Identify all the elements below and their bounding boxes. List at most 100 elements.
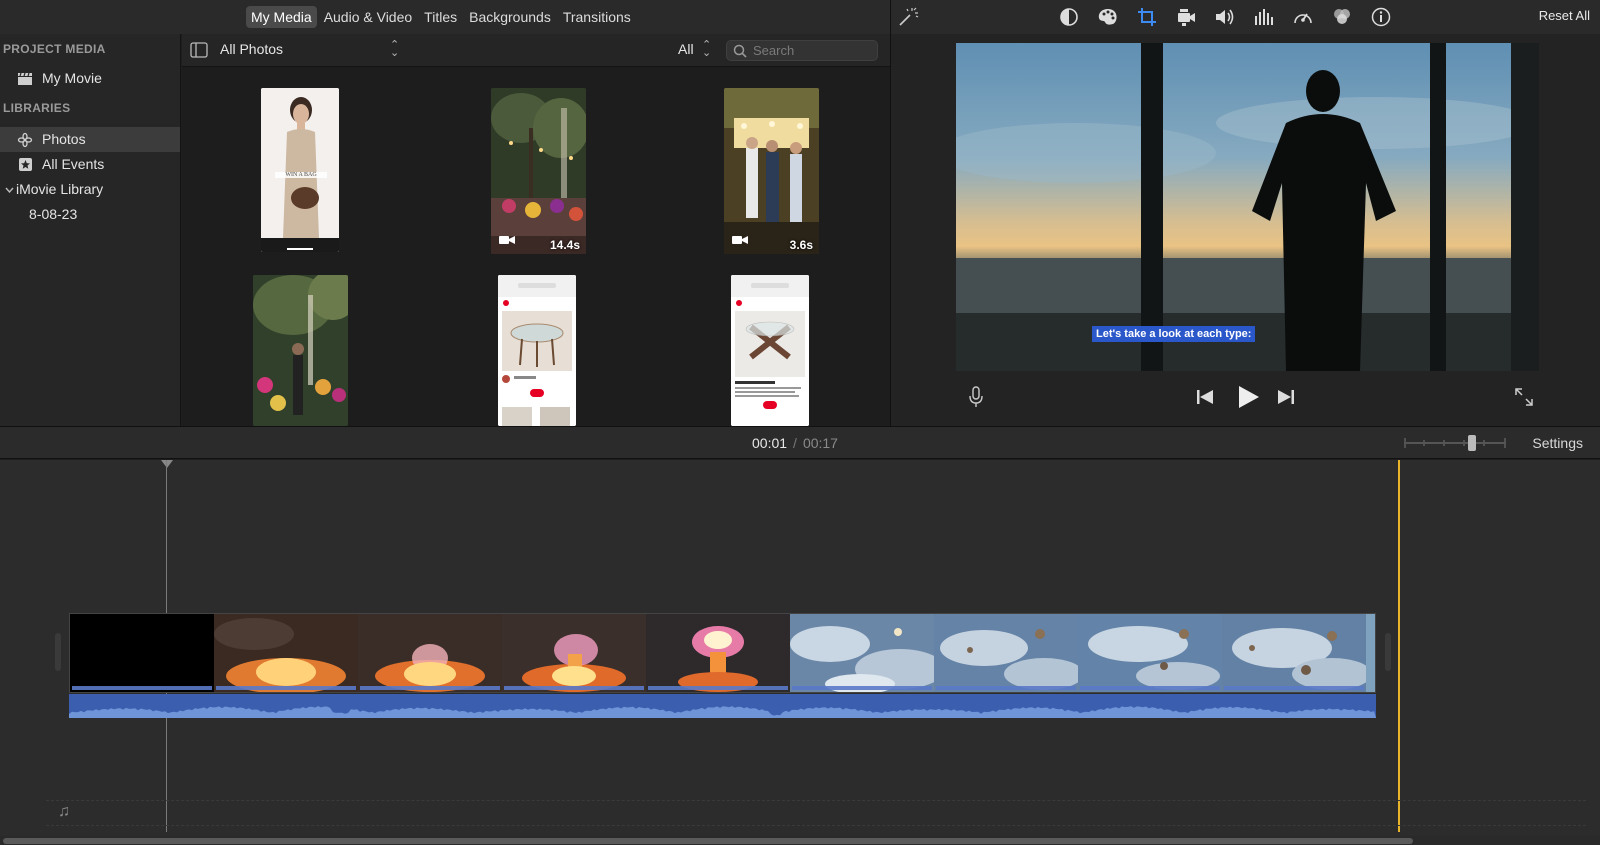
sidebar-item-all-events[interactable]: All Events [0,152,180,177]
clip-frame-edge [1366,614,1375,692]
waveform-path [69,706,1376,718]
media-thumbnail-fashion-photo[interactable]: WIN A BAG [261,88,339,252]
filter-label: All [678,41,694,57]
clip-frame-earth [790,614,934,692]
clip-frame-mushroom-cloud [646,614,790,692]
adjustment-tools [1055,4,1394,30]
libraries-heading: LIBRARIES [3,101,71,115]
video-clip[interactable] [69,613,1376,693]
sidebar-item-label: All Events [42,156,105,172]
screenshot-image [498,275,576,426]
color-correction-icon[interactable] [1094,4,1121,30]
playhead[interactable] [1398,460,1400,832]
sidebar-item-label: iMovie Library [16,181,104,197]
sidebar-item-label: 8-08-23 [29,206,78,222]
color-balance-icon[interactable] [1055,4,1082,30]
photos-flower-icon [16,131,34,149]
current-time: 00:01 [752,435,788,451]
timeline-zoom-slider[interactable] [1404,434,1506,452]
browser-header: All Photos ⌃ ⌄ All ⌃ ⌄ [182,34,890,67]
sidebar-item-label: Photos [42,131,86,147]
libraries-sidebar: PROJECT MEDIA My Movie LIBRARIES Photos … [0,34,181,426]
party-video-image [724,88,819,254]
top-toolbar: My Media Audio & Video Titles Background… [0,0,1600,34]
title-caption: Let's take a look at each type: [1092,326,1256,342]
media-thumbnail-festival-photo[interactable] [253,275,348,426]
music-note-icon: ♫ [58,803,70,820]
background-music-well[interactable]: ♫ [46,800,1586,826]
project-timeline[interactable]: ♫ [0,460,1600,845]
tab-titles[interactable]: Titles [419,6,462,28]
magic-wand-icon[interactable] [896,5,920,29]
media-thumbnail-screenshot-2[interactable] [731,275,809,426]
play-icon[interactable] [1237,386,1259,413]
sidebar-item-photos[interactable]: Photos [0,127,180,152]
updown-chevron-icon: ⌃ ⌄ [702,39,712,59]
clip-frame-black [70,614,214,692]
tab-transitions[interactable]: Transitions [558,6,636,28]
skip-back-icon[interactable] [1197,390,1213,409]
viewer-panel: Let's take a look at each type: [891,34,1600,426]
clip-trim-handle-right[interactable] [1385,633,1391,671]
duration-label: 14.4s [549,238,580,252]
total-time: 00:17 [802,435,838,451]
events-star-icon [16,156,34,174]
screenshot-image [731,275,809,426]
chevron-down-icon[interactable] [2,187,16,193]
media-browser: All Photos ⌃⌄ All ⌃⌄ WIN A BAG [182,34,890,426]
timecode-display: 00:01 / 00:17 [752,435,838,451]
festival-video-image [491,88,586,254]
tab-my-media[interactable]: My Media [246,6,317,28]
timeline-header: 00:01 / 00:17 Settings [0,426,1600,459]
clip-trim-handle-left[interactable] [55,633,61,671]
zoom-slider-handle[interactable] [1468,435,1476,451]
media-tabs: My Media Audio & Video Titles Background… [246,6,636,28]
fashion-photo-image: WIN A BAG [261,88,339,252]
skimmer-marker-icon [161,460,173,468]
clip-frame-explosion [502,614,646,692]
voiceover-microphone-icon[interactable] [969,386,983,413]
album-dropdown[interactable]: All Photos ⌃ ⌄ [220,39,400,59]
skip-forward-icon[interactable] [1278,390,1294,409]
media-thumbnail-video-1[interactable]: 14.4s [491,88,586,254]
sidebar-item-label: My Movie [42,70,102,86]
clip-frame-earth [934,614,1078,692]
search-input[interactable] [753,42,873,59]
timeline-horizontal-scrollbar[interactable] [0,836,1600,845]
search-icon [733,44,747,58]
info-icon[interactable] [1367,4,1394,30]
video-camera-icon [499,232,515,250]
scrollbar-thumb[interactable] [3,838,1413,844]
fullscreen-expand-icon[interactable] [1515,388,1533,411]
sidebar-item-imovie-library[interactable]: iMovie Library [0,177,180,202]
media-thumbnail-video-2[interactable]: 3.6s [724,88,819,254]
video-preview[interactable]: Let's take a look at each type: [956,43,1539,371]
clip-filter-icon[interactable] [1328,4,1355,30]
reset-all-button[interactable]: Reset All [1539,8,1590,23]
clip-audio-waveform[interactable] [69,694,1376,718]
crop-icon[interactable] [1133,4,1160,30]
time-separator: / [793,435,797,451]
volume-icon[interactable] [1211,4,1238,30]
sidebar-toggle-icon[interactable] [190,42,208,58]
stabilization-icon[interactable] [1172,4,1199,30]
speed-icon[interactable] [1289,4,1316,30]
audio-waveform-graphic [69,706,1376,718]
project-media-heading: PROJECT MEDIA [3,42,106,56]
search-box [726,40,878,61]
timeline-settings-button[interactable]: Settings [1532,435,1583,451]
silhouette-scene-image [956,43,1539,371]
festival-photo-image [253,275,348,426]
clapperboard-icon [16,70,34,88]
sidebar-item-my-movie[interactable]: My Movie [0,66,180,91]
filter-dropdown[interactable]: All ⌃ ⌄ [678,40,711,59]
sidebar-item-event-8-08-23[interactable]: 8-08-23 [0,202,180,227]
noise-reduction-equalizer-icon[interactable] [1250,4,1277,30]
duration-label: 3.6s [789,238,813,252]
media-thumbnail-screenshot-1[interactable] [498,275,576,426]
album-label: All Photos [220,41,284,57]
updown-chevron-icon: ⌃ ⌄ [390,39,400,59]
imovie-window: My Media Audio & Video Titles Background… [0,0,1600,845]
tab-audio-video[interactable]: Audio & Video [319,6,417,28]
tab-backgrounds[interactable]: Backgrounds [464,6,556,28]
